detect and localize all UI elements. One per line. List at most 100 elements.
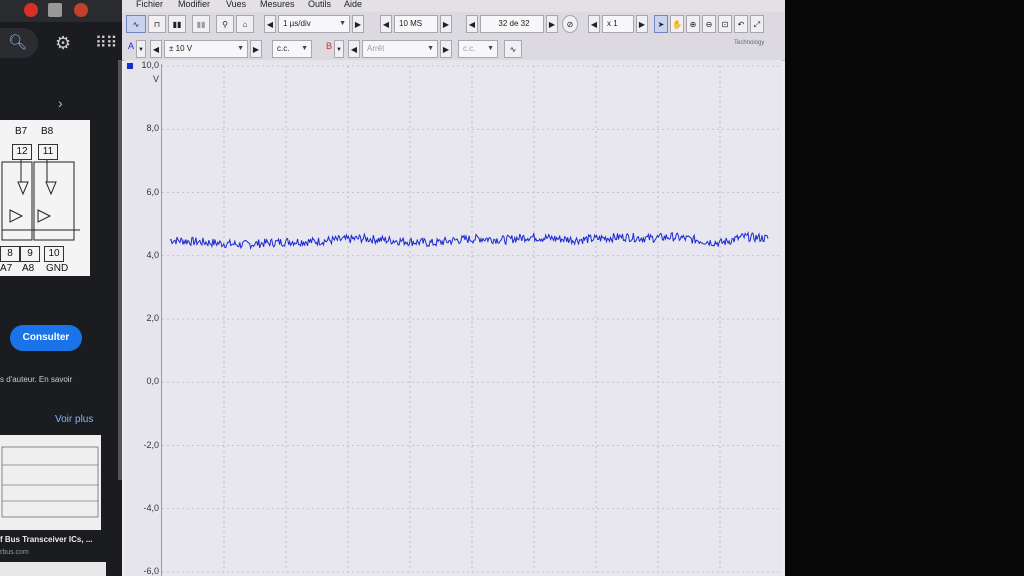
menu-bar: Fichier Modifier Vues Mesures Outils Aid… xyxy=(122,0,785,12)
copyright-text[interactable]: s d'auteur. En savoir xyxy=(0,375,122,384)
y-tick-label: -6,0 xyxy=(143,566,159,576)
probe-icon[interactable]: ⚲ xyxy=(216,15,234,33)
browser-panel: 🔍︎ ⚙ ⠿⠿ › B7 B8 12 11 8 9 10 A7 A8 GND C… xyxy=(0,0,122,576)
coupling-a-select[interactable]: c.c. ▼ xyxy=(272,40,312,58)
y-tick-label: 8,0 xyxy=(146,123,159,134)
coupling-b-select[interactable]: c.c. ▼ xyxy=(458,40,498,58)
result-caption[interactable]: f Bus Transceiver ICs, ... xyxy=(0,535,122,544)
range-b-next-button[interactable]: ▶ xyxy=(440,40,452,58)
timebase-next-button[interactable]: ▶ xyxy=(352,15,364,33)
main-toolbar: ∿ ⊓ ▮▮ ▮▮ ⚲ ⌂ ◀ 1 µs/div ▼ ▶ ◀ 10 MS ▶ ◀ … xyxy=(122,12,785,39)
samples-prev-button[interactable]: ◀ xyxy=(380,15,392,33)
chevron-down-icon: ▼ xyxy=(339,20,346,27)
range-a-select[interactable]: ± 10 V ▼ xyxy=(164,40,248,58)
samples-value: 10 MS xyxy=(399,19,423,28)
zoom-out-icon[interactable]: ⊖ xyxy=(702,15,716,33)
menu-modifier[interactable]: Modifier xyxy=(178,0,210,9)
brand-logo-text: Technology xyxy=(734,40,765,46)
chevron-down-icon: ▼ xyxy=(427,45,434,52)
waveform-svg xyxy=(162,65,782,573)
y-tick-label: -4,0 xyxy=(143,502,159,513)
buffer-navigator[interactable]: 32 de 32 xyxy=(480,15,544,33)
next-result-image[interactable] xyxy=(0,562,106,576)
buffer-prev-button[interactable]: ◀ xyxy=(466,15,478,33)
samples-select[interactable]: 10 MS xyxy=(394,15,438,33)
pin-number: 11 xyxy=(38,144,58,160)
signal-generator-icon[interactable]: ∿ xyxy=(504,40,522,58)
zoom-area-icon[interactable]: ⊡ xyxy=(718,15,732,33)
timebase-value: 1 µs/div xyxy=(283,19,311,28)
chevron-down-icon: ▼ xyxy=(237,45,244,52)
profile-icon[interactable] xyxy=(74,3,88,17)
pin-number: 12 xyxy=(12,144,32,160)
y-tick-label: 0,0 xyxy=(146,376,159,387)
menu-outils[interactable]: Outils xyxy=(308,0,331,9)
pin-number: 10 xyxy=(44,246,64,262)
spectrum-disabled-icon[interactable]: ▮▮ xyxy=(192,15,210,33)
monitor-bezel xyxy=(785,0,1024,576)
buffer-gates-diagram xyxy=(1,160,80,241)
pin-label: A8 xyxy=(22,263,35,274)
extension-icon[interactable] xyxy=(48,3,62,17)
buffer-next-button[interactable]: ▶ xyxy=(546,15,558,33)
persistence-mode-icon[interactable]: ⊓ xyxy=(148,15,166,33)
range-b-prev-button[interactable]: ◀ xyxy=(348,40,360,58)
pin-label: B8 xyxy=(41,126,54,137)
zoom-prev-button[interactable]: ◀ xyxy=(588,15,600,33)
coupling-a-value: c.c. xyxy=(277,44,290,53)
see-more-link[interactable]: Voir plus xyxy=(55,414,93,425)
consult-button[interactable]: Consulter xyxy=(10,325,82,351)
pin-number: 8 xyxy=(0,246,20,262)
pointer-icon[interactable]: ➤ xyxy=(654,15,668,33)
range-a-next-button[interactable]: ▶ xyxy=(250,40,262,58)
range-a-prev-button[interactable]: ◀ xyxy=(150,40,162,58)
chevron-down-icon: ▼ xyxy=(301,45,308,52)
zoom-value: x 1 xyxy=(607,19,618,28)
plot-area[interactable]: 10,0 8,0 6,0 4,0 2,0 0,0 -2,0 -4,0 -6,0 V xyxy=(125,60,782,576)
gear-icon[interactable]: ⚙ xyxy=(55,33,71,54)
timebase-prev-button[interactable]: ◀ xyxy=(264,15,276,33)
ic-diagram-image[interactable]: B7 B8 12 11 8 9 10 A7 A8 GND xyxy=(0,120,90,276)
scope-mode-icon[interactable]: ∿ xyxy=(126,15,146,33)
samples-next-button[interactable]: ▶ xyxy=(440,15,452,33)
chevron-down-icon: ▼ xyxy=(487,45,494,52)
channel-a-options-button[interactable]: ▼ xyxy=(136,40,146,58)
coupling-b-value: c.c. xyxy=(463,44,476,53)
zoom-fit-icon[interactable]: ⤢ xyxy=(750,15,764,33)
stop-icon[interactable]: ⊘ xyxy=(562,15,578,33)
range-b-value: Arrêt xyxy=(367,44,385,53)
home-icon[interactable]: ⌂ xyxy=(236,15,254,33)
channel-b-options-button[interactable]: ▼ xyxy=(334,40,344,58)
channel-a-label: A xyxy=(128,41,135,51)
y-tick-label: -2,0 xyxy=(143,439,159,450)
chevron-right-icon[interactable]: › xyxy=(58,95,63,111)
zoom-select[interactable]: x 1 xyxy=(602,15,634,33)
hand-icon[interactable]: ✋ xyxy=(670,15,684,33)
pin-label: B7 xyxy=(15,126,28,137)
search-bar[interactable]: 🔍︎ xyxy=(0,28,38,58)
y-tick-label: 2,0 xyxy=(146,313,159,323)
pin-label: GND xyxy=(46,263,69,274)
zoom-in-icon[interactable]: ⊕ xyxy=(686,15,700,33)
spectrum-mode-icon[interactable]: ▮▮ xyxy=(168,15,186,33)
apps-grid-icon[interactable]: ⠿⠿ xyxy=(95,33,117,53)
undo-zoom-icon[interactable]: ↶ xyxy=(734,15,748,33)
menu-vues[interactable]: Vues xyxy=(226,0,246,9)
search-icon: 🔍︎ xyxy=(8,34,28,51)
buffer-value: 32 de 32 xyxy=(498,19,530,28)
menu-aide[interactable]: Aide xyxy=(344,0,362,9)
channel-toolbar: A ▼ ◀ ± 10 V ▼ ▶ c.c. ▼ B ▼ ◀ Arrêt ▼ ▶ c.c… xyxy=(122,38,785,61)
zoom-next-button[interactable]: ▶ xyxy=(636,15,648,33)
menu-fichier[interactable]: Fichier xyxy=(136,0,163,9)
record-icon[interactable] xyxy=(24,3,38,17)
ic-pinout-image[interactable] xyxy=(0,435,101,530)
range-b-select[interactable]: Arrêt ▼ xyxy=(362,40,438,58)
pin-number: 9 xyxy=(20,246,40,262)
oscilloscope-graph[interactable] xyxy=(161,64,782,576)
menu-mesures[interactable]: Mesures xyxy=(260,0,295,9)
channel-b-label: B xyxy=(326,41,333,51)
pinout-diagram xyxy=(1,446,99,518)
channel-a-waveform xyxy=(169,230,769,251)
browser-tab-strip xyxy=(0,0,122,22)
timebase-select[interactable]: 1 µs/div ▼ xyxy=(278,15,350,33)
